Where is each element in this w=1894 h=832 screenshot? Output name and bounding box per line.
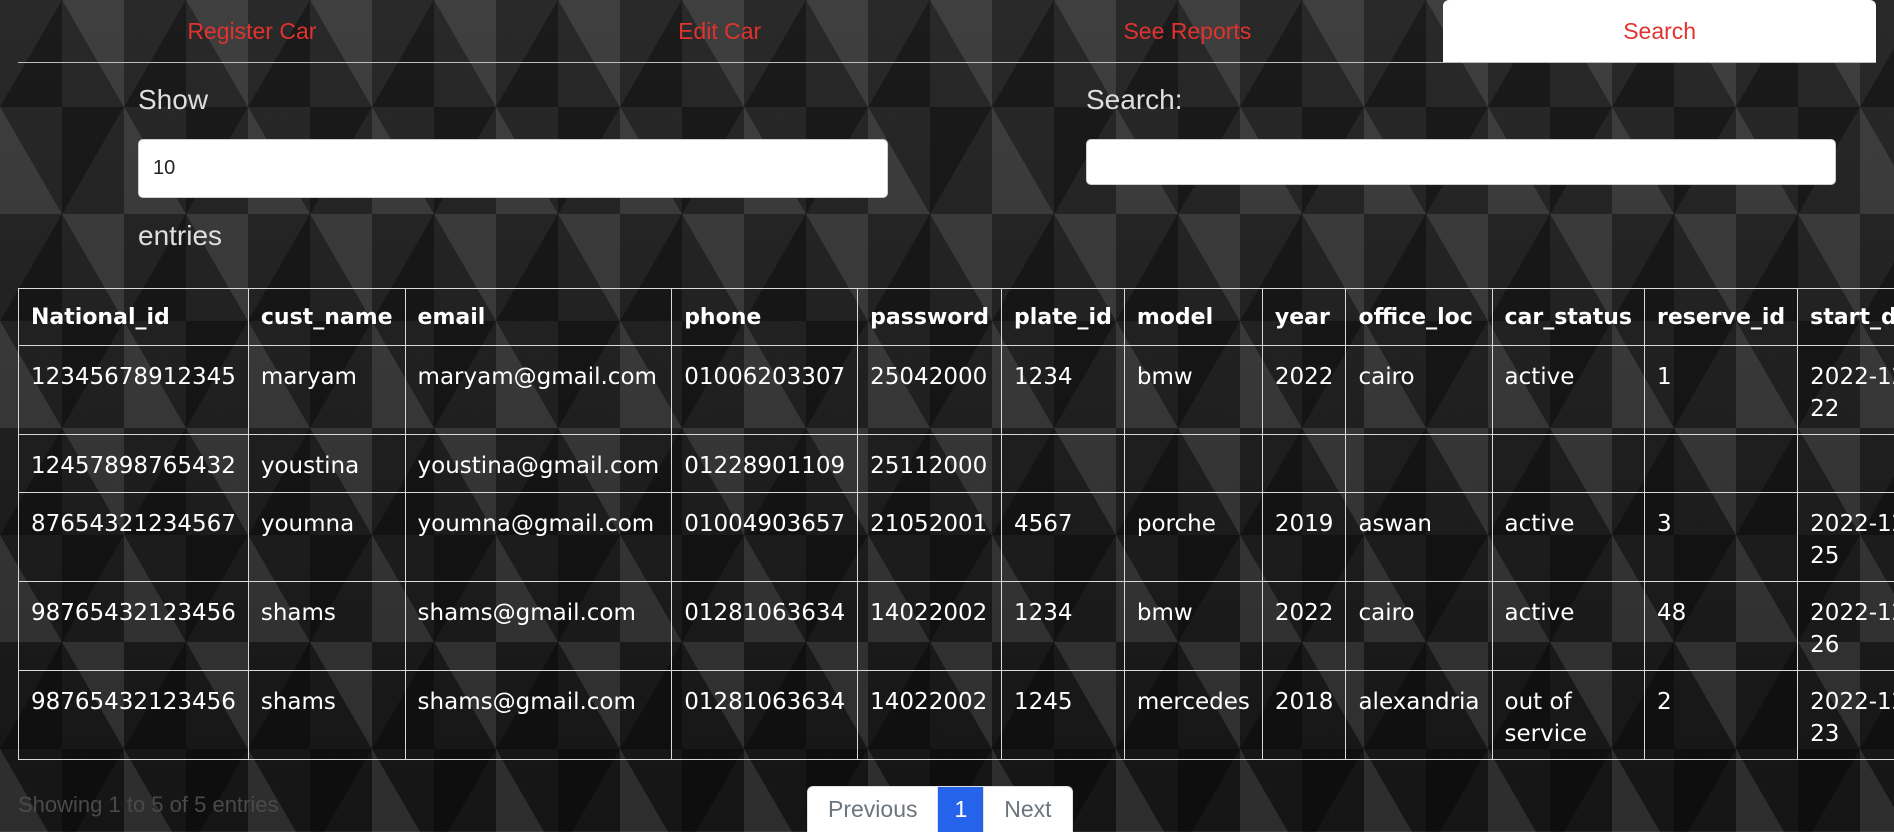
cell-cust-name: maryam	[248, 346, 405, 435]
cell-national-id: 12345678912345	[19, 346, 249, 435]
cell-reserve-id	[1644, 435, 1797, 493]
cell-car-status: out of service	[1492, 671, 1644, 760]
entries-label: entries	[138, 220, 222, 252]
cell-national-id: 98765432123456	[19, 671, 249, 760]
entries-per-page-select[interactable]: 10	[138, 139, 888, 198]
cell-start-date	[1798, 435, 1894, 493]
next-page-button[interactable]: Next	[983, 787, 1071, 832]
cell-office-loc: cairo	[1346, 582, 1492, 671]
cell-car-status: active	[1492, 582, 1644, 671]
table-row: 87654321234567 youmna youmna@gmail.com 0…	[19, 493, 1894, 582]
cell-car-status: active	[1492, 346, 1644, 435]
cell-start-date: 2022-12-22	[1798, 346, 1894, 435]
cell-email: youmna@gmail.com	[405, 493, 672, 582]
cell-email: shams@gmail.com	[405, 671, 672, 760]
table-row: 98765432123456 shams shams@gmail.com 012…	[19, 582, 1894, 671]
pagination: Previous 1 Next	[807, 786, 1073, 832]
cell-model	[1124, 435, 1262, 493]
cell-phone: 01228901109	[672, 435, 858, 493]
cell-start-date: 2022-12-26	[1798, 582, 1894, 671]
tab-search[interactable]: Search	[1443, 0, 1876, 62]
cell-cust-name: youstina	[248, 435, 405, 493]
cell-reserve-id: 48	[1644, 582, 1797, 671]
cell-year: 2022	[1262, 346, 1346, 435]
cell-plate-id: 1234	[1001, 346, 1124, 435]
top-nav: Register Car Edit Car See Reports Search	[18, 0, 1876, 63]
tab-register-car[interactable]: Register Car	[18, 0, 486, 62]
cell-password: 25112000	[858, 435, 1002, 493]
cell-password: 25042000	[858, 346, 1002, 435]
cell-phone: 01281063634	[672, 671, 858, 760]
cell-phone: 01004903657	[672, 493, 858, 582]
cell-reserve-id: 2	[1644, 671, 1797, 760]
cell-email: shams@gmail.com	[405, 582, 672, 671]
show-label: Show	[138, 84, 208, 116]
col-email[interactable]: email	[405, 289, 672, 346]
cell-plate-id	[1001, 435, 1124, 493]
col-cust-name[interactable]: cust_name	[248, 289, 405, 346]
col-reserve-id[interactable]: reserve_id	[1644, 289, 1797, 346]
table-header-row: National_id cust_name email phone passwo…	[19, 289, 1894, 346]
col-car-status[interactable]: car_status	[1492, 289, 1644, 346]
col-national-id[interactable]: National_id	[19, 289, 249, 346]
cell-password: 14022002	[858, 582, 1002, 671]
col-password[interactable]: password	[858, 289, 1002, 346]
cell-office-loc: cairo	[1346, 346, 1492, 435]
cell-year	[1262, 435, 1346, 493]
cell-start-date: 2022-12-23	[1798, 671, 1894, 760]
cell-model: bmw	[1124, 346, 1262, 435]
cell-year: 2019	[1262, 493, 1346, 582]
cell-year: 2018	[1262, 671, 1346, 760]
cell-start-date: 2022-12-25	[1798, 493, 1894, 582]
cell-car-status	[1492, 435, 1644, 493]
col-phone[interactable]: phone	[672, 289, 858, 346]
page-1-button[interactable]: 1	[937, 787, 983, 832]
cell-national-id: 12457898765432	[19, 435, 249, 493]
cell-phone: 01006203307	[672, 346, 858, 435]
col-office-loc[interactable]: office_loc	[1346, 289, 1492, 346]
cell-plate-id: 1245	[1001, 671, 1124, 760]
table-row: 98765432123456 shams shams@gmail.com 012…	[19, 671, 1894, 760]
previous-page-button[interactable]: Previous	[808, 787, 937, 832]
cell-office-loc: alexandria	[1346, 671, 1492, 760]
tab-see-reports[interactable]: See Reports	[954, 0, 1422, 62]
cell-plate-id: 4567	[1001, 493, 1124, 582]
cell-national-id: 87654321234567	[19, 493, 249, 582]
results-table: National_id cust_name email phone passwo…	[18, 288, 1894, 760]
col-year[interactable]: year	[1262, 289, 1346, 346]
search-input[interactable]	[1086, 139, 1836, 185]
cell-office-loc: aswan	[1346, 493, 1492, 582]
table-row: 12457898765432 youstina youstina@gmail.c…	[19, 435, 1894, 493]
cell-phone: 01281063634	[672, 582, 858, 671]
tab-edit-car[interactable]: Edit Car	[486, 0, 954, 62]
cell-reserve-id: 1	[1644, 346, 1797, 435]
col-plate-id[interactable]: plate_id	[1001, 289, 1124, 346]
cell-office-loc	[1346, 435, 1492, 493]
results-table-container: National_id cust_name email phone passwo…	[18, 288, 1894, 763]
cell-email: youstina@gmail.com	[405, 435, 672, 493]
cell-year: 2022	[1262, 582, 1346, 671]
cell-car-status: active	[1492, 493, 1644, 582]
cell-email: maryam@gmail.com	[405, 346, 672, 435]
col-model[interactable]: model	[1124, 289, 1262, 346]
cell-model: mercedes	[1124, 671, 1262, 760]
table-row: 12345678912345 maryam maryam@gmail.com 0…	[19, 346, 1894, 435]
table-info-text: Showing 1 to 5 of 5 entries	[18, 792, 279, 818]
cell-password: 14022002	[858, 671, 1002, 760]
cell-model: porche	[1124, 493, 1262, 582]
cell-plate-id: 1234	[1001, 582, 1124, 671]
cell-password: 21052001	[858, 493, 1002, 582]
cell-cust-name: shams	[248, 582, 405, 671]
cell-reserve-id: 3	[1644, 493, 1797, 582]
col-start-date[interactable]: start_date	[1798, 289, 1894, 346]
cell-national-id: 98765432123456	[19, 582, 249, 671]
cell-cust-name: youmna	[248, 493, 405, 582]
cell-model: bmw	[1124, 582, 1262, 671]
search-label: Search:	[1086, 84, 1183, 116]
cell-cust-name: shams	[248, 671, 405, 760]
